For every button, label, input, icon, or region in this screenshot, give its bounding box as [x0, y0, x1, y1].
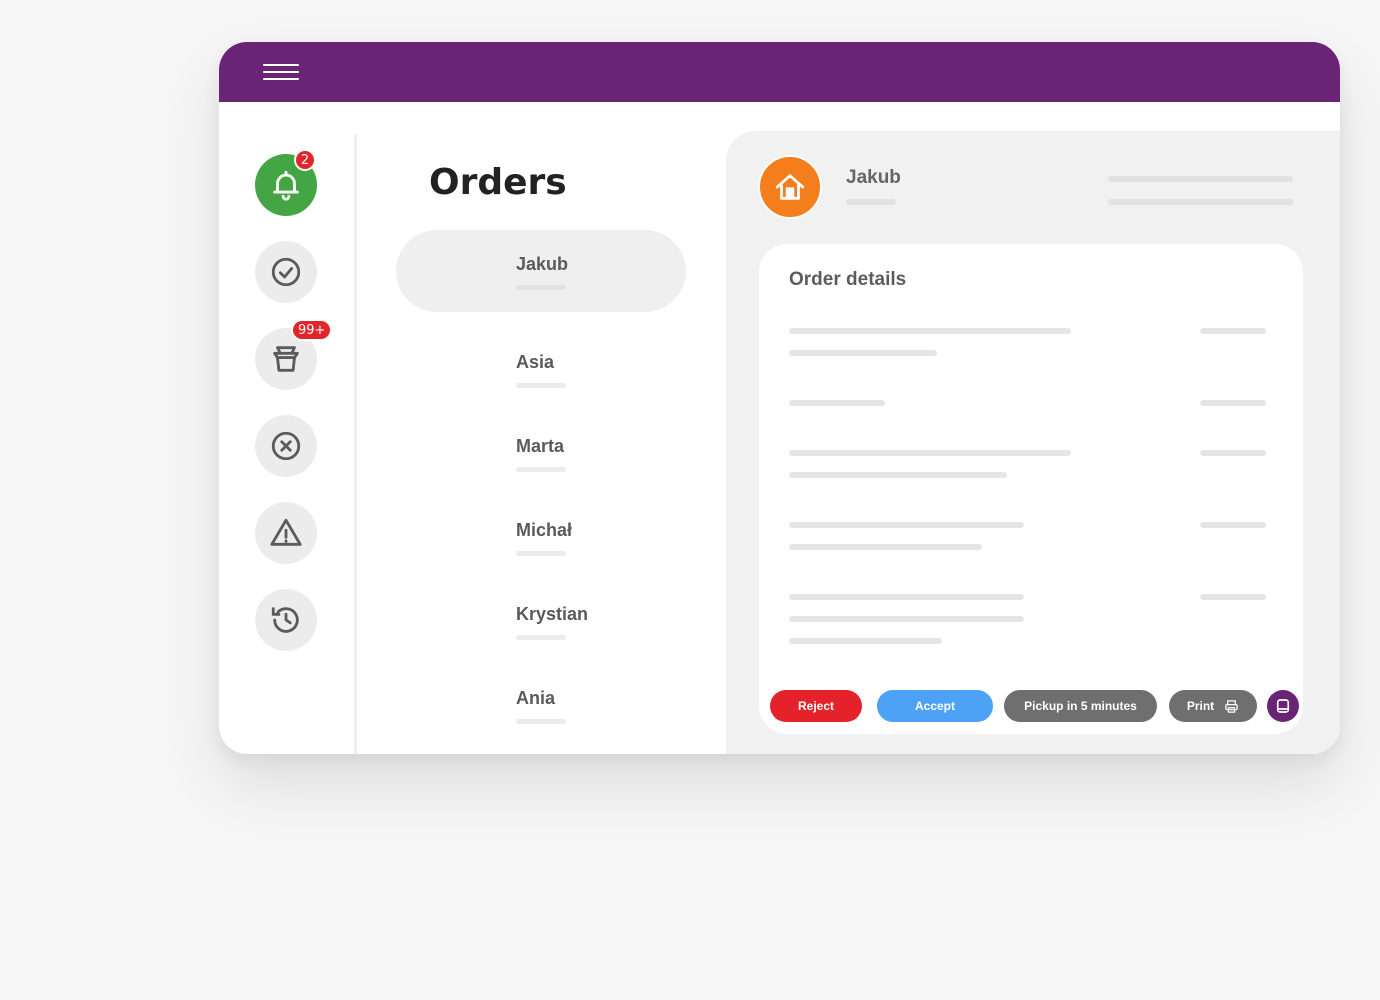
item-line	[789, 638, 942, 644]
notifications-badge: 2	[294, 149, 316, 171]
warning-triangle-icon	[270, 518, 302, 546]
order-item[interactable]: Krystian	[396, 580, 686, 662]
order-subline	[516, 383, 566, 388]
order-subline	[516, 635, 566, 640]
order-item[interactable]: Ania	[396, 664, 686, 746]
app-window: 2 99+ Orders Jakub Asia Marta Michał Kry…	[219, 42, 1340, 754]
pickup-badge: 99+	[291, 319, 333, 341]
reject-button[interactable]: Reject	[770, 690, 862, 722]
page-title: Orders	[429, 162, 567, 203]
x-circle-icon	[271, 431, 301, 461]
printer-icon	[1225, 699, 1238, 713]
history-icon	[271, 607, 299, 633]
order-customer-name: Krystian	[516, 604, 589, 624]
order-customer-name: Jakub	[516, 254, 569, 274]
hamburger-icon[interactable]	[263, 64, 299, 80]
bell-icon	[273, 170, 299, 201]
detail-subline	[846, 199, 896, 205]
item-line	[789, 328, 1071, 334]
nav-issues-button[interactable]	[255, 502, 317, 564]
order-customer-name: Ania	[516, 688, 556, 708]
print-button[interactable]: Print	[1169, 690, 1257, 722]
order-details-title: Order details	[789, 269, 907, 290]
detail-meta-line	[1108, 199, 1293, 205]
order-item[interactable]: Asia	[396, 328, 686, 410]
item-line	[789, 450, 1071, 456]
item-line	[789, 594, 1024, 600]
order-customer-name: Asia	[516, 352, 555, 372]
detail-customer-name: Jakub	[846, 167, 901, 188]
restaurant-logo-icon	[758, 155, 822, 219]
sidebar-divider	[354, 134, 357, 754]
order-item[interactable]: Michał	[396, 496, 686, 578]
item-price-line	[1200, 450, 1266, 456]
nav-rejected-button[interactable]	[255, 415, 317, 477]
item-line	[789, 400, 885, 406]
detail-meta-line	[1108, 176, 1293, 182]
order-detail-panel: Jakub Order details Reject Accept Pickup…	[726, 131, 1340, 754]
order-customer-name: Michał	[516, 520, 573, 540]
nav-accepted-button[interactable]	[255, 241, 317, 303]
item-price-line	[1200, 522, 1266, 528]
nav-history-button[interactable]	[255, 589, 317, 651]
print-label: Print	[1186, 699, 1215, 713]
order-details-card: Order details Reject Accept Pickup in 5 …	[759, 244, 1303, 734]
order-customer-name: Marta	[516, 436, 565, 456]
takeaway-box-icon	[273, 346, 299, 372]
item-line	[789, 522, 1024, 528]
item-price-line	[1200, 400, 1266, 406]
top-bar	[219, 42, 1340, 102]
accept-button[interactable]: Accept	[877, 690, 993, 722]
order-item[interactable]: Marta	[396, 412, 686, 494]
order-subline	[516, 719, 566, 724]
check-circle-icon	[271, 257, 301, 287]
item-price-line	[1200, 328, 1266, 334]
chat-button[interactable]	[1267, 690, 1299, 722]
order-subline	[516, 285, 566, 290]
pickup-time-button[interactable]: Pickup in 5 minutes	[1004, 690, 1157, 722]
order-subline	[516, 551, 566, 556]
item-line	[789, 350, 937, 356]
chat-icon	[1276, 699, 1290, 713]
order-item[interactable]: Jakub	[396, 230, 686, 312]
order-subline	[516, 467, 566, 472]
item-line	[789, 544, 982, 550]
item-line	[789, 616, 1024, 622]
item-line	[789, 472, 1007, 478]
item-price-line	[1200, 594, 1266, 600]
